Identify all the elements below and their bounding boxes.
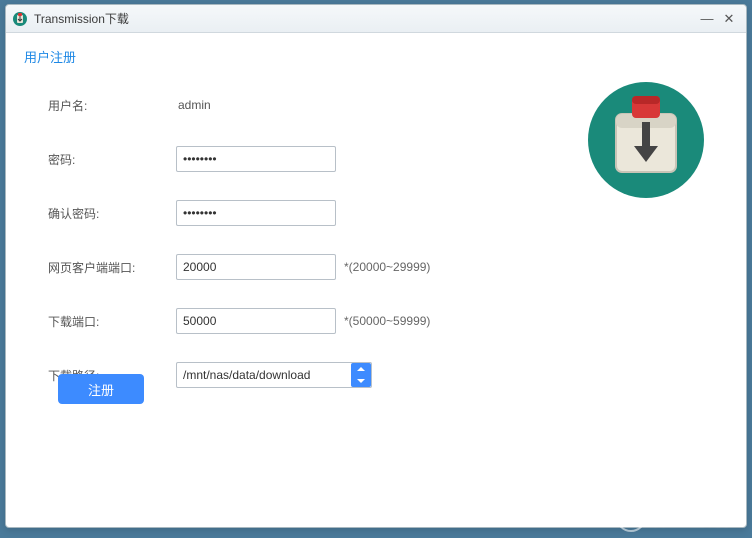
username-value: admin (176, 98, 211, 112)
confirm-password-row: 确认密码: (24, 200, 728, 226)
watermark-text: 什么值得买 (652, 504, 742, 530)
password-input[interactable] (176, 146, 336, 172)
chevron-down-icon (351, 375, 371, 387)
confirm-password-input[interactable] (176, 200, 336, 226)
register-button[interactable]: 注册 (58, 374, 144, 404)
app-window: Transmission下载 — ✕ 用户注册 用户名: admin 密码: (5, 4, 747, 528)
watermark-badge: 值 (616, 502, 646, 532)
web-port-hint: *(20000~29999) (344, 260, 430, 274)
path-stepper-toggle[interactable] (351, 363, 371, 387)
window-controls: — ✕ (700, 12, 740, 26)
web-port-row: 网页客户端端口: *(20000~29999) (24, 254, 728, 280)
download-port-row: 下载端口: *(50000~59999) (24, 308, 728, 334)
window-title: Transmission下载 (34, 10, 700, 27)
minimize-button[interactable]: — (700, 12, 714, 26)
form-content: 用户名: admin 密码: 确认密码: 网页客户端端口: *(20000~29… (6, 72, 746, 434)
confirm-password-label: 确认密码: (24, 205, 176, 222)
download-port-hint: *(50000~59999) (344, 314, 430, 328)
download-path-input[interactable] (176, 362, 372, 388)
watermark: 值 什么值得买 (606, 496, 752, 538)
app-icon (12, 11, 28, 27)
web-port-label: 网页客户端端口: (24, 259, 176, 276)
download-port-input[interactable] (176, 308, 336, 334)
download-path-select[interactable] (176, 362, 372, 388)
close-button[interactable]: ✕ (722, 12, 736, 26)
password-label: 密码: (24, 151, 176, 168)
transmission-logo (586, 80, 706, 200)
username-label: 用户名: (24, 97, 176, 114)
web-port-input[interactable] (176, 254, 336, 280)
download-port-label: 下载端口: (24, 313, 176, 330)
titlebar: Transmission下载 — ✕ (6, 5, 746, 33)
section-title: 用户注册 (6, 33, 746, 72)
chevron-up-icon (351, 363, 371, 375)
